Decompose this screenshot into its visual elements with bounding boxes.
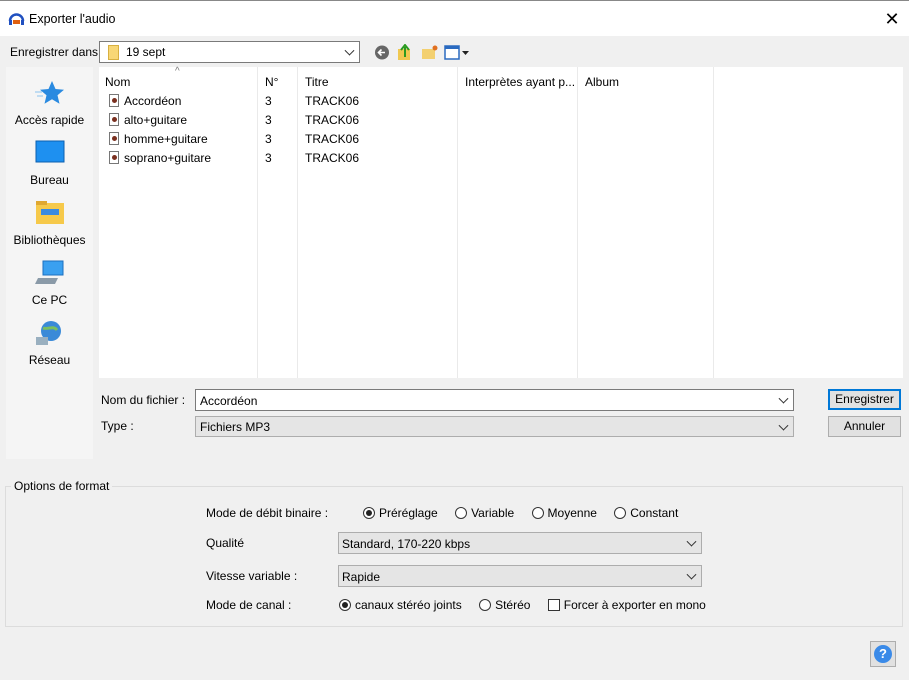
chevron-down-icon xyxy=(778,420,789,431)
file-title[interactable]: TRACK06 xyxy=(305,151,359,170)
place-libraries[interactable]: Bibliothèques xyxy=(6,200,93,247)
new-folder-icon[interactable] xyxy=(422,45,438,60)
back-icon[interactable] xyxy=(375,45,389,60)
place-this-pc[interactable]: Ce PC xyxy=(6,260,93,307)
header-album[interactable]: Album xyxy=(585,75,619,89)
quality-dropdown[interactable]: Standard, 170-220 kbps xyxy=(338,532,702,554)
location-value: 19 sept xyxy=(126,45,166,59)
column-album[interactable] xyxy=(578,67,714,378)
channel-radio-group: canaux stéréo joints Stéréo Forcer à exp… xyxy=(339,598,706,612)
audacity-logo-icon xyxy=(8,13,25,25)
audio-file-icon xyxy=(109,132,119,145)
file-title[interactable]: TRACK06 xyxy=(305,113,359,132)
cancel-button[interactable]: Annuler xyxy=(828,416,901,437)
bitrate-label: Mode de débit binaire : xyxy=(206,506,329,520)
radio-constant[interactable]: Constant xyxy=(614,506,678,520)
up-folder-icon[interactable] xyxy=(398,44,410,60)
file-name[interactable]: soprano+guitare xyxy=(109,151,211,170)
save-button[interactable]: Enregistrer xyxy=(828,389,901,410)
speed-dropdown[interactable]: Rapide xyxy=(338,565,702,587)
help-icon: ? xyxy=(874,645,892,663)
file-track-number[interactable]: 3 xyxy=(265,94,272,113)
radio-variable[interactable]: Variable xyxy=(455,506,514,520)
radio-average[interactable]: Moyenne xyxy=(531,506,597,520)
help-button[interactable]: ? xyxy=(870,641,896,667)
places-bar: Accès rapide Bureau Bibliothèques Ce PC … xyxy=(6,67,93,459)
speed-label: Vitesse variable : xyxy=(206,569,298,583)
window-title: Exporter l'audio xyxy=(29,12,116,26)
radio-stereo[interactable]: Stéréo xyxy=(479,598,530,612)
format-options-title: Options de format xyxy=(11,479,113,493)
type-label: Type : xyxy=(101,419,134,433)
chevron-down-icon xyxy=(344,45,355,56)
sort-ascending-icon: ^ xyxy=(175,66,180,77)
location-label: Enregistrer dans : xyxy=(10,45,105,59)
desktop-icon xyxy=(35,140,64,163)
place-quick-access[interactable]: Accès rapide xyxy=(6,80,93,127)
channel-label: Mode de canal : xyxy=(206,598,292,612)
filename-input[interactable]: Accordéon xyxy=(195,389,794,411)
force-mono-checkbox[interactable]: Forcer à exporter en mono xyxy=(547,598,706,612)
chevron-down-icon[interactable] xyxy=(778,393,789,404)
header-title[interactable]: Titre xyxy=(305,75,329,89)
audio-file-icon xyxy=(109,113,119,126)
audio-file-icon xyxy=(109,94,119,107)
chevron-down-icon xyxy=(686,569,697,580)
computer-icon xyxy=(34,260,63,284)
file-title[interactable]: TRACK06 xyxy=(305,132,359,151)
star-icon xyxy=(34,81,64,104)
radio-preset[interactable]: Préréglage xyxy=(363,506,438,520)
file-list[interactable]: ^ Nom N° Titre Interprètes ayant p... Al… xyxy=(99,66,903,378)
header-artists[interactable]: Interprètes ayant p... xyxy=(465,75,575,89)
file-title[interactable]: TRACK06 xyxy=(305,94,359,113)
view-menu-icon[interactable] xyxy=(444,45,469,60)
column-number[interactable] xyxy=(258,67,298,378)
close-button[interactable]: ✕ xyxy=(880,7,904,31)
audio-file-icon xyxy=(109,151,119,164)
quality-label: Qualité xyxy=(206,536,245,550)
toolbar xyxy=(375,44,469,60)
type-dropdown[interactable]: Fichiers MP3 xyxy=(195,416,794,437)
header-number[interactable]: N° xyxy=(265,75,278,89)
radio-joint-stereo[interactable]: canaux stéréo joints xyxy=(339,598,462,612)
file-track-number[interactable]: 3 xyxy=(265,151,272,170)
place-network[interactable]: Réseau xyxy=(6,320,93,367)
bitrate-radio-group: Préréglage Variable Moyenne Constant xyxy=(363,506,678,520)
libraries-icon xyxy=(35,201,64,224)
place-desktop[interactable]: Bureau xyxy=(6,140,93,187)
file-track-number[interactable]: 3 xyxy=(265,132,272,151)
network-icon xyxy=(35,321,61,345)
location-dropdown[interactable]: 19 sept xyxy=(99,41,360,63)
file-name[interactable]: homme+guitare xyxy=(109,132,208,151)
chevron-down-icon xyxy=(686,536,697,547)
filename-label: Nom du fichier : xyxy=(101,393,186,407)
header-name[interactable]: Nom xyxy=(105,75,130,89)
file-name[interactable]: alto+guitare xyxy=(109,113,187,132)
file-track-number[interactable]: 3 xyxy=(265,113,272,132)
folder-icon xyxy=(108,45,119,60)
file-name[interactable]: Accordéon xyxy=(109,94,181,113)
column-artists[interactable] xyxy=(458,67,578,378)
title-bar: Exporter l'audio ✕ xyxy=(0,0,909,36)
